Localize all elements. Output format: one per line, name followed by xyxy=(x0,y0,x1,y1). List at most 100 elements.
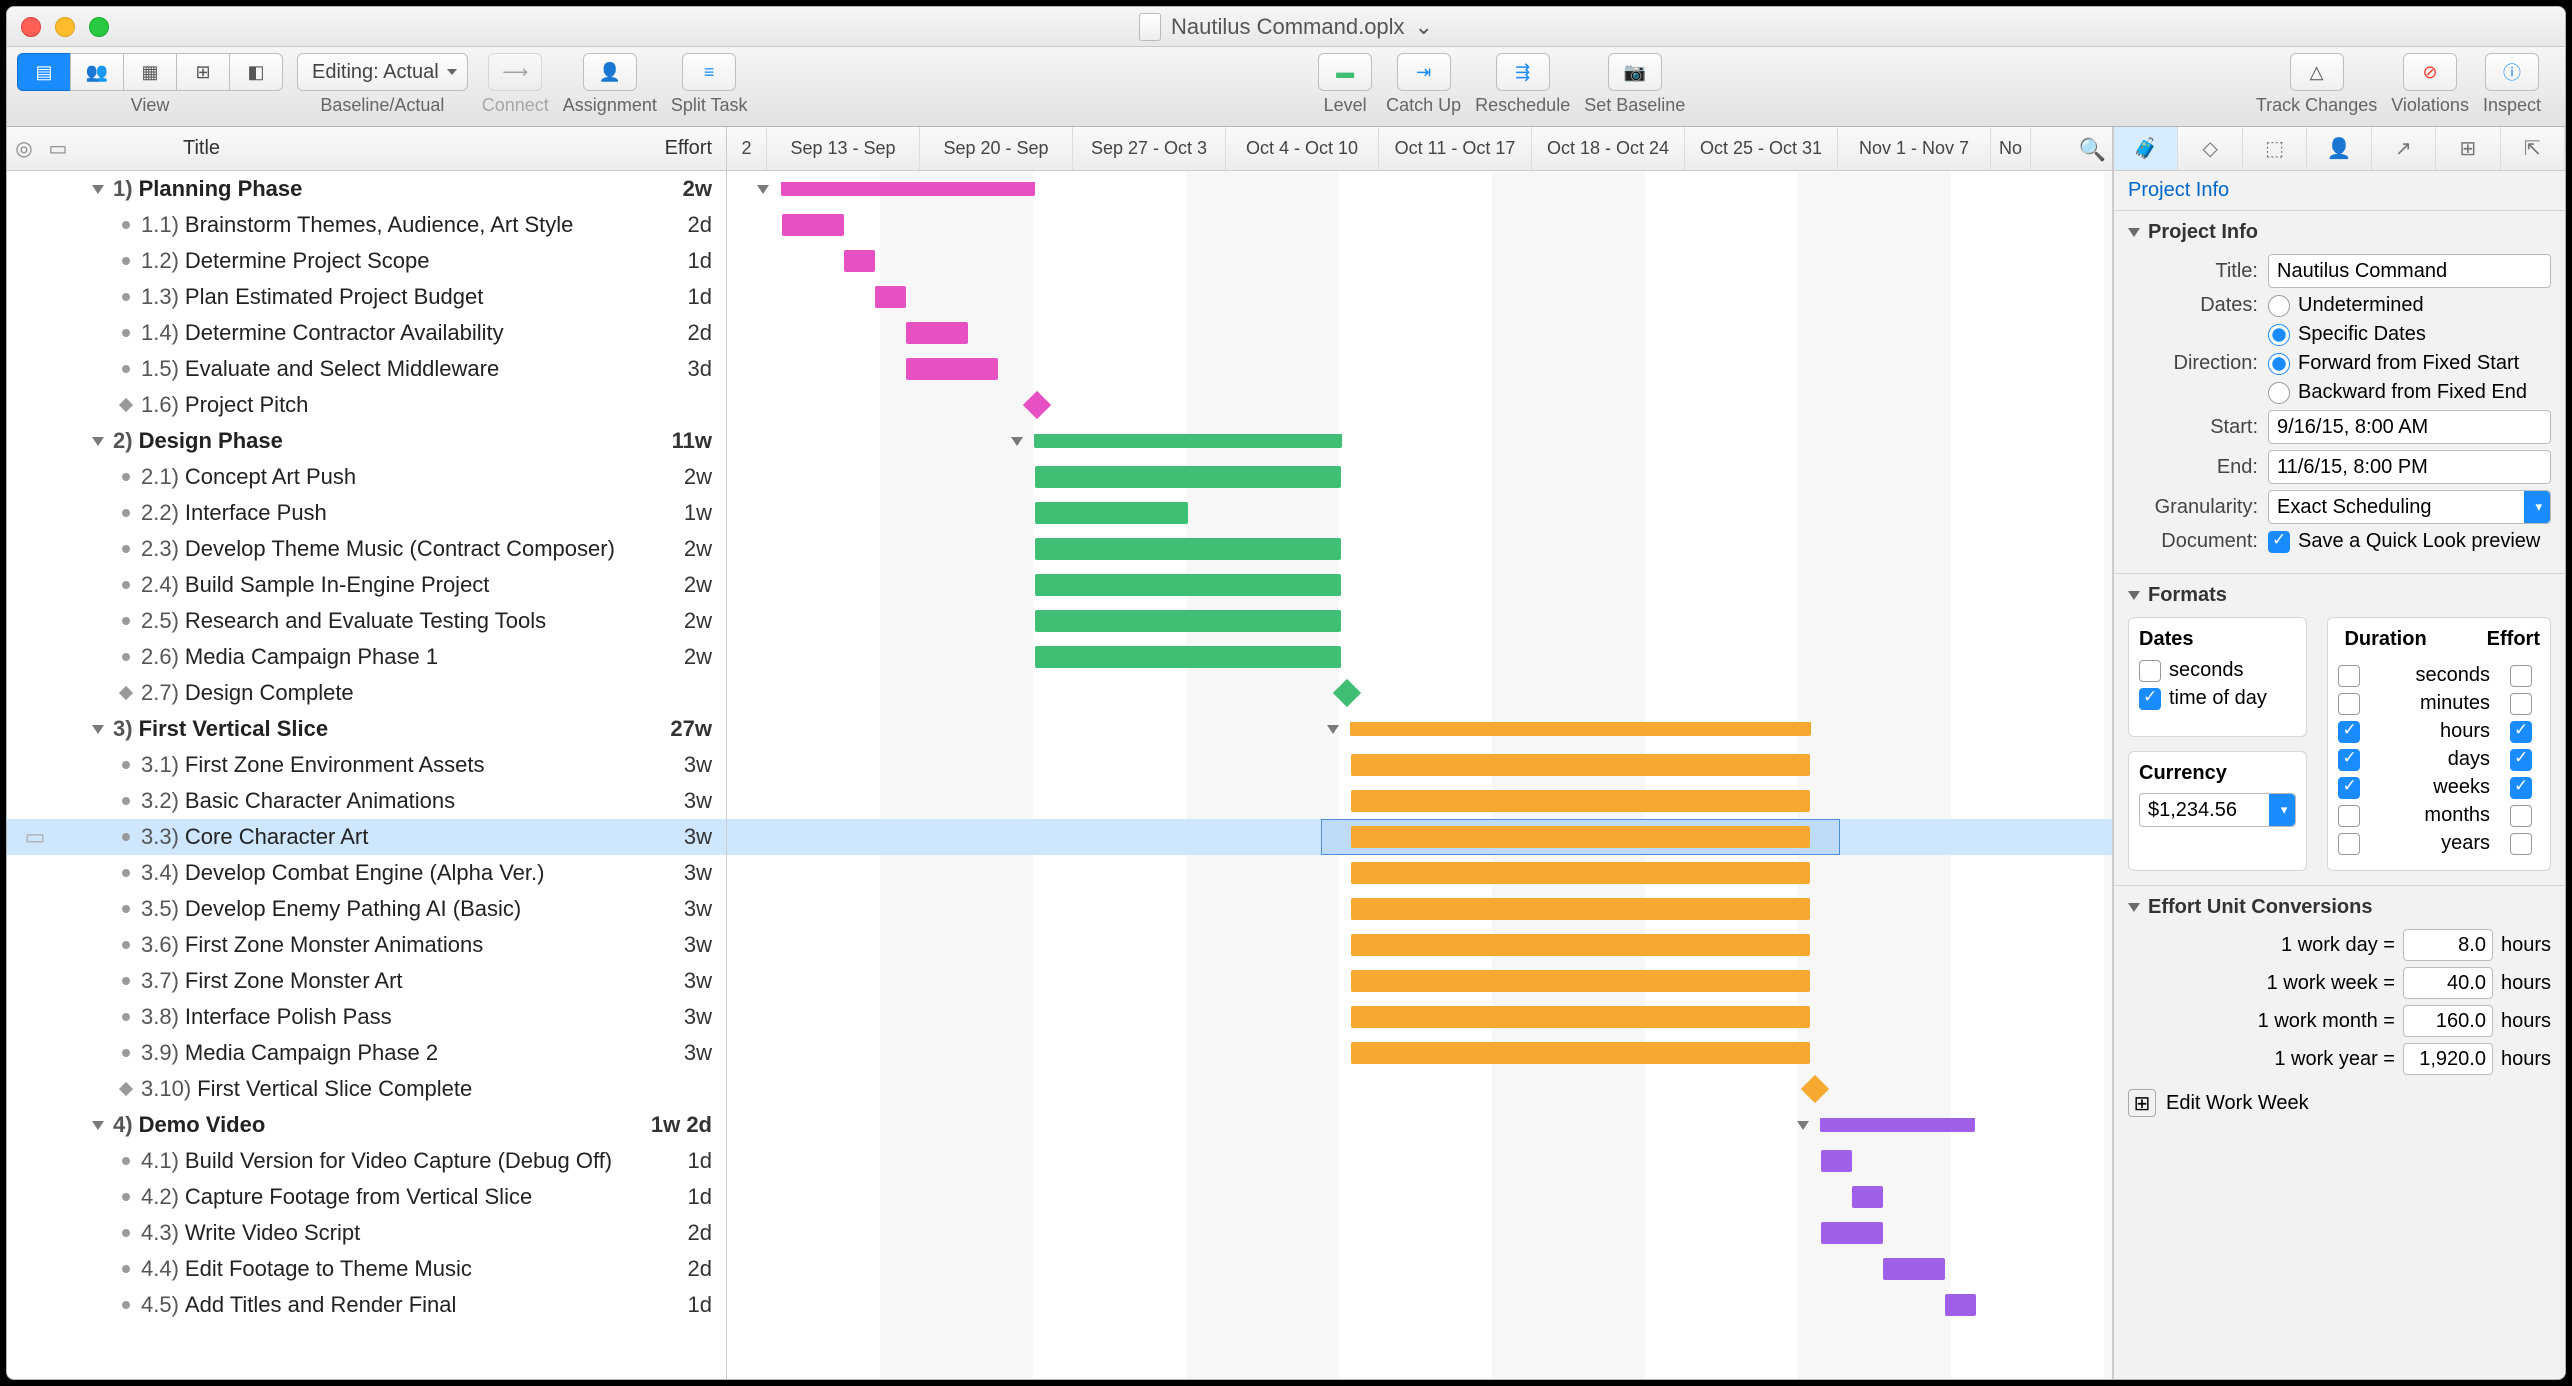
violations-button[interactable]: ⊘ xyxy=(2403,53,2457,91)
task-row[interactable]: 1.5)Evaluate and Select Middleware3d xyxy=(7,351,726,387)
checkbox-seconds[interactable] xyxy=(2139,660,2161,682)
conversion-input[interactable] xyxy=(2403,1043,2493,1075)
baseline-select[interactable]: Editing: Actual xyxy=(297,53,468,91)
timeline-column-header[interactable]: Oct 4 - Oct 10 xyxy=(1226,127,1379,170)
task-row[interactable]: 1.6)Project Pitch xyxy=(7,387,726,423)
document-title[interactable]: Nautilus Command.oplx ⌄ xyxy=(1139,13,1433,41)
assignment-button[interactable]: 👤 xyxy=(583,53,637,91)
dur-seconds-checkbox[interactable] xyxy=(2338,665,2360,687)
task-row[interactable]: 3.7)First Zone Monster Art3w xyxy=(7,963,726,999)
task-bar[interactable] xyxy=(1035,646,1341,668)
eff-years-checkbox[interactable] xyxy=(2510,833,2532,855)
task-bar[interactable] xyxy=(1883,1258,1945,1280)
task-row[interactable]: 1.4)Determine Contractor Availability2d xyxy=(7,315,726,351)
task-row[interactable]: 2.1)Concept Art Push2w xyxy=(7,459,726,495)
summary-bar[interactable] xyxy=(782,182,1034,196)
minimize-icon[interactable] xyxy=(55,17,75,37)
task-row[interactable]: 3.9)Media Campaign Phase 23w xyxy=(7,1035,726,1071)
dur-minutes-checkbox[interactable] xyxy=(2338,693,2360,715)
task-bar[interactable] xyxy=(1351,862,1810,884)
task-row[interactable]: 4.3)Write Video Script2d xyxy=(7,1215,726,1251)
task-row[interactable]: 3.6)First Zone Monster Animations3w xyxy=(7,927,726,963)
task-bar[interactable] xyxy=(1945,1294,1976,1316)
inspect-button[interactable]: ⓘ xyxy=(2485,53,2539,91)
eff-months-checkbox[interactable] xyxy=(2510,805,2532,827)
timeline-column-header[interactable]: 2 xyxy=(727,127,767,170)
task-bar[interactable] xyxy=(1351,1006,1810,1028)
zoom-icon[interactable] xyxy=(89,17,109,37)
timeline-column-header[interactable]: No xyxy=(1991,127,2031,170)
task-row[interactable]: 4.1)Build Version for Video Capture (Deb… xyxy=(7,1143,726,1179)
split-button[interactable]: ≡ xyxy=(682,53,736,91)
timeline-column-header[interactable]: Oct 18 - Oct 24 xyxy=(1532,127,1685,170)
eff-hours-checkbox[interactable] xyxy=(2510,721,2532,743)
dur-years-checkbox[interactable] xyxy=(2338,833,2360,855)
task-row[interactable]: 1.3)Plan Estimated Project Budget1d xyxy=(7,279,726,315)
task-row[interactable]: 3.8)Interface Polish Pass3w xyxy=(7,999,726,1035)
task-row[interactable]: 1.2)Determine Project Scope1d xyxy=(7,243,726,279)
tab-export[interactable]: ⇱ xyxy=(2501,127,2565,170)
title-column-header[interactable]: Title xyxy=(75,137,636,160)
view-styles-button[interactable]: ◧ xyxy=(229,53,283,91)
task-bar[interactable] xyxy=(1351,970,1810,992)
task-bar[interactable] xyxy=(1351,790,1810,812)
timeline-column-header[interactable]: Sep 27 - Oct 3 xyxy=(1073,127,1226,170)
baseline-button[interactable]: 📷 xyxy=(1608,53,1662,91)
task-row[interactable]: 3.5)Develop Enemy Pathing AI (Basic)3w xyxy=(7,891,726,927)
milestone-marker[interactable] xyxy=(1023,391,1051,419)
start-date-input[interactable] xyxy=(2268,410,2551,444)
task-row[interactable]: 4.2)Capture Footage from Vertical Slice1… xyxy=(7,1179,726,1215)
task-bar[interactable] xyxy=(1821,1150,1852,1172)
end-date-input[interactable] xyxy=(2268,450,2551,484)
view-gantt-button[interactable]: ▤ xyxy=(17,53,70,91)
task-row[interactable]: 3.1)First Zone Environment Assets3w xyxy=(7,747,726,783)
tab-project-info[interactable]: 🧳 xyxy=(2114,127,2178,170)
view-resource-button[interactable]: 👥 xyxy=(70,53,123,91)
timeline-column-header[interactable]: Sep 13 - Sep xyxy=(767,127,920,170)
project-title-input[interactable] xyxy=(2268,254,2551,288)
tab-table[interactable]: ⊞ xyxy=(2436,127,2500,170)
task-bar[interactable] xyxy=(1351,826,1810,848)
task-row[interactable]: 2.6)Media Campaign Phase 12w xyxy=(7,639,726,675)
task-row[interactable]: 2)Design Phase11w xyxy=(7,423,726,459)
task-row[interactable]: 4.5)Add Titles and Render Final1d xyxy=(7,1287,726,1323)
outline-rows[interactable]: 1)Planning Phase2w1.1)Brainstorm Themes,… xyxy=(7,171,726,1379)
dur-months-checkbox[interactable] xyxy=(2338,805,2360,827)
track-button[interactable]: △ xyxy=(2290,53,2344,91)
catchup-button[interactable]: ⇥ xyxy=(1397,53,1451,91)
task-row[interactable]: 3.2)Basic Character Animations3w xyxy=(7,783,726,819)
radio-undetermined[interactable] xyxy=(2268,295,2290,317)
eff-days-checkbox[interactable] xyxy=(2510,749,2532,771)
milestone-marker[interactable] xyxy=(1801,1075,1829,1103)
tab-resources[interactable]: 👤 xyxy=(2307,127,2371,170)
task-bar[interactable] xyxy=(1035,538,1341,560)
tab-custom[interactable]: ↗ xyxy=(2372,127,2436,170)
timeline-column-header[interactable]: Oct 25 - Oct 31 xyxy=(1685,127,1838,170)
view-calendar-button[interactable]: ▦ xyxy=(123,53,176,91)
search-icon[interactable]: 🔍 xyxy=(2079,137,2106,163)
chevron-down-icon[interactable] xyxy=(757,185,769,194)
task-row[interactable]: 2.4)Build Sample In-Engine Project2w xyxy=(7,567,726,603)
task-row[interactable]: 4)Demo Video1w 2d xyxy=(7,1107,726,1143)
task-bar[interactable] xyxy=(1035,502,1188,524)
task-bar[interactable] xyxy=(1035,574,1341,596)
chevron-down-icon[interactable] xyxy=(2128,903,2140,912)
eff-minutes-checkbox[interactable] xyxy=(2510,693,2532,715)
task-bar[interactable] xyxy=(906,358,998,380)
note-icon[interactable]: ▭ xyxy=(41,136,75,161)
task-row[interactable]: 1.1)Brainstorm Themes, Audience, Art Sty… xyxy=(7,207,726,243)
tab-milestones[interactable]: ◇ xyxy=(2178,127,2242,170)
eff-weeks-checkbox[interactable] xyxy=(2510,777,2532,799)
tab-styles[interactable]: ⬚ xyxy=(2243,127,2307,170)
timeline-column-header[interactable]: Sep 20 - Sep xyxy=(920,127,1073,170)
timeline-column-header[interactable]: Oct 11 - Oct 17 xyxy=(1379,127,1532,170)
quicklook-checkbox[interactable] xyxy=(2268,531,2290,553)
gantt-body[interactable] xyxy=(727,171,2112,1379)
task-row[interactable]: 3.10)First Vertical Slice Complete xyxy=(7,1071,726,1107)
currency-select[interactable]: $1,234.56▾ xyxy=(2139,793,2296,827)
task-bar[interactable] xyxy=(1821,1222,1883,1244)
summary-bar[interactable] xyxy=(1821,1118,1974,1132)
task-row[interactable]: 2.2)Interface Push1w xyxy=(7,495,726,531)
chevron-down-icon[interactable] xyxy=(2128,228,2140,237)
task-bar[interactable] xyxy=(1035,466,1341,488)
